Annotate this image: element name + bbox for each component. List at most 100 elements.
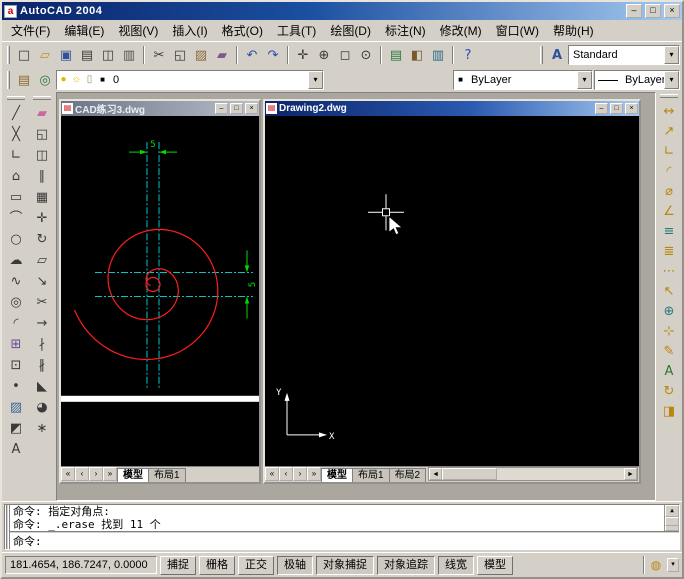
rectangle-button[interactable]: ▭ <box>6 187 27 208</box>
text-style-button[interactable]: A <box>547 45 567 65</box>
undo-button[interactable]: ↶ <box>242 45 262 65</box>
titlebar[interactable]: a AutoCAD 2004 – □ × <box>2 2 682 20</box>
aligned-dimension-button[interactable]: ↗ <box>659 121 679 141</box>
horizontal-scrollbar[interactable]: ◄ ► <box>428 467 638 481</box>
mirror-button[interactable]: ◫ <box>32 145 53 166</box>
center-mark-button[interactable]: ⊹ <box>659 321 679 341</box>
menu-view[interactable]: 视图(V) <box>111 20 165 41</box>
menu-edit[interactable]: 编辑(E) <box>57 20 111 41</box>
scrollbar-thumb[interactable] <box>665 517 679 526</box>
layer-color-swatch[interactable]: ■ <box>96 71 109 89</box>
erase-button[interactable]: ▰ <box>32 103 53 124</box>
zoom-previous-button[interactable]: ⊙ <box>356 45 376 65</box>
circle-button[interactable]: ○ <box>6 229 27 250</box>
scale-button[interactable]: ▱ <box>32 250 53 271</box>
radius-dimension-button[interactable]: ◜ <box>659 161 679 181</box>
dwg2-layout1-tab[interactable]: 布局1 <box>352 468 390 482</box>
grid-toggle[interactable]: 栅格 <box>199 555 235 575</box>
toolbar-grip[interactable] <box>33 96 51 100</box>
dimension-update-button[interactable]: ↻ <box>659 381 679 401</box>
designcenter-button[interactable]: ◧ <box>407 45 427 65</box>
tab-scroll-last-button[interactable]: » <box>307 467 321 481</box>
open-button[interactable]: ▱ <box>35 45 55 65</box>
menu-file[interactable]: 文件(F) <box>4 20 57 41</box>
dimension-style-button[interactable]: ◨ <box>659 401 679 421</box>
insert-block-button[interactable]: ⊞ <box>6 334 27 355</box>
tab-scroll-next-button[interactable]: › <box>293 467 307 481</box>
drawing2-window[interactable]: ▤ Drawing2.dwg – □ × Y X « ‹ › » 模型 布局1 … <box>263 99 641 484</box>
chevron-down-icon[interactable]: ▾ <box>664 71 679 89</box>
ortho-toggle[interactable]: 正交 <box>238 555 274 575</box>
layer-on-icon[interactable]: ● <box>57 71 70 89</box>
toolbar-grip[interactable] <box>7 46 10 64</box>
child-close-button[interactable]: × <box>245 103 258 114</box>
layer-lock-icon[interactable]: ▯ <box>83 71 96 89</box>
menu-tools[interactable]: 工具(T) <box>270 20 323 41</box>
chevron-down-icon[interactable]: ▾ <box>577 71 592 89</box>
chevron-down-icon[interactable]: ▾ <box>664 46 679 64</box>
drawing2-canvas[interactable]: Y X <box>265 116 639 466</box>
rotate-button[interactable]: ↻ <box>32 229 53 250</box>
offset-button[interactable]: ∥ <box>32 166 53 187</box>
zoom-realtime-button[interactable]: ⊕ <box>314 45 334 65</box>
ellipse-arc-button[interactable]: ◜ <box>6 313 27 334</box>
menu-draw[interactable]: 绘图(D) <box>323 20 378 41</box>
properties-button[interactable]: ▤ <box>386 45 406 65</box>
tolerance-button[interactable]: ⊕ <box>659 301 679 321</box>
menu-modify[interactable]: 修改(M) <box>433 20 489 41</box>
drawing2-titlebar[interactable]: ▤ Drawing2.dwg – □ × <box>265 101 639 116</box>
break-button[interactable]: ∦ <box>32 355 53 376</box>
menu-help[interactable]: 帮助(H) <box>546 20 601 41</box>
publish-button[interactable]: ▥ <box>119 45 139 65</box>
save-button[interactable]: ▣ <box>56 45 76 65</box>
close-button[interactable]: × <box>664 4 680 18</box>
break-at-point-button[interactable]: ∤ <box>32 334 53 355</box>
cad-exercise-window[interactable]: ▤ CAD练习3.dwg – □ × 5 5 « ‹ › » 模型 布局1 <box>59 99 261 484</box>
array-button[interactable]: ▦ <box>32 187 53 208</box>
pan-realtime-button[interactable]: ✛ <box>293 45 313 65</box>
restore-button[interactable]: □ <box>645 4 661 18</box>
spline-button[interactable]: ∿ <box>6 271 27 292</box>
command-prompt[interactable]: 命令: <box>10 534 679 549</box>
copy-clip-button[interactable]: ◱ <box>170 45 190 65</box>
multiline-text-button[interactable]: A <box>6 439 27 460</box>
command-window[interactable]: 命令: 指定对角点:命令: _.erase 找到 11 个 ▲ ▼ 命令: <box>4 504 680 550</box>
tab-scroll-last-button[interactable]: » <box>103 467 117 481</box>
dimension-edit-button[interactable]: ✎ <box>659 341 679 361</box>
dwg2-model-tab[interactable]: 模型 <box>321 468 353 482</box>
menu-window[interactable]: 窗口(W) <box>489 20 546 41</box>
scroll-up-icon[interactable]: ▲ <box>665 505 679 517</box>
revision-cloud-button[interactable]: ☁ <box>6 250 27 271</box>
toolbar-grip[interactable] <box>540 46 543 64</box>
tab-scroll-prev-button[interactable]: ‹ <box>75 467 89 481</box>
chevron-down-icon[interactable]: ▾ <box>308 71 323 89</box>
continue-dimension-button[interactable]: ⋯ <box>659 261 679 281</box>
ordinate-dimension-button[interactable]: ∟ <box>659 141 679 161</box>
color-combo[interactable]: ■ ByLayer ▾ <box>453 70 593 90</box>
communication-center-icon[interactable]: ◍ <box>648 558 664 572</box>
child-minimize-button[interactable]: – <box>595 103 608 114</box>
scrollbar-thumb[interactable] <box>442 468 498 480</box>
construction-line-button[interactable]: ╳ <box>6 124 27 145</box>
scrollbar-track[interactable] <box>665 517 679 526</box>
polar-toggle[interactable]: 极轴 <box>277 555 313 575</box>
diameter-dimension-button[interactable]: ⌀ <box>659 181 679 201</box>
layer-properties-button[interactable]: ▤ <box>14 70 34 90</box>
tool-palettes-button[interactable]: ▥ <box>428 45 448 65</box>
cad-exercise-canvas[interactable]: 5 5 <box>61 116 259 466</box>
toolbar-grip[interactable] <box>660 94 678 98</box>
menu-insert[interactable]: 插入(I) <box>165 20 214 41</box>
tab-scroll-prev-button[interactable]: ‹ <box>279 467 293 481</box>
toolbar-grip[interactable] <box>7 96 25 100</box>
dimension-text-edit-button[interactable]: A <box>659 361 679 381</box>
menu-dimension[interactable]: 标注(N) <box>378 20 433 41</box>
quick-leader-button[interactable]: ↖ <box>659 281 679 301</box>
cad3-layout1-tab[interactable]: 布局1 <box>148 468 186 482</box>
polyline-button[interactable]: ∟ <box>6 145 27 166</box>
dwg2-layout2-tab[interactable]: 布局2 <box>388 468 427 482</box>
hatch-button[interactable]: ▨ <box>6 397 27 418</box>
toolbar-grip[interactable] <box>7 71 10 89</box>
polygon-button[interactable]: ⌂ <box>6 166 27 187</box>
child-close-button[interactable]: × <box>625 103 638 114</box>
ellipse-button[interactable]: ◎ <box>6 292 27 313</box>
